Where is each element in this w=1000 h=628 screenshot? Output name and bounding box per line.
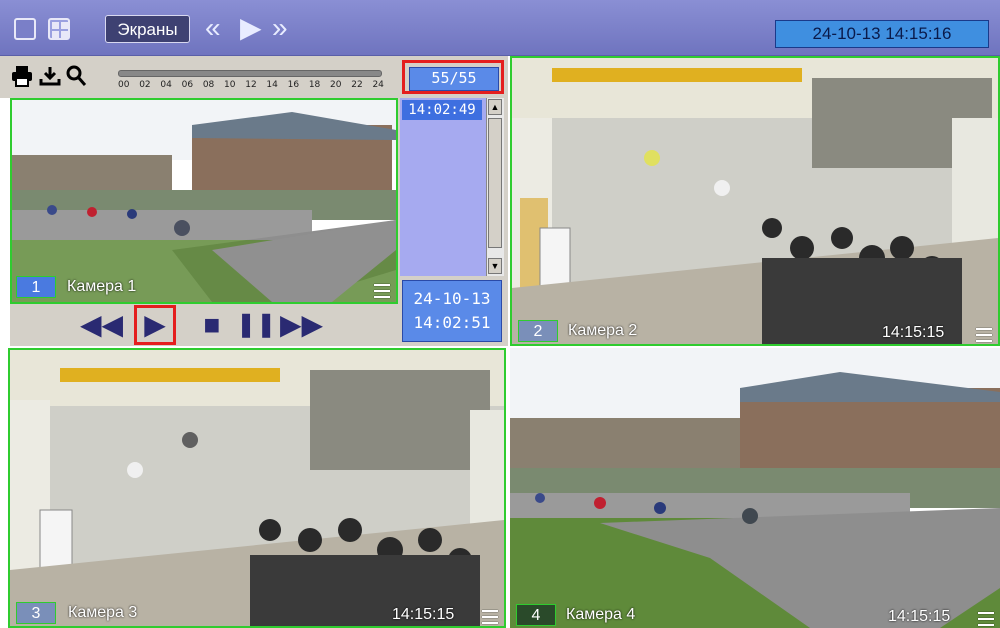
camera-4-name: Камера 4 [566,606,636,623]
camera-3-image [10,350,504,626]
stop-button[interactable]: ■ [194,304,230,346]
camera-2-name: Камера 2 [568,322,638,339]
camera-2-time: 14:15:15 [882,324,945,341]
rewind-fast-icon[interactable]: « [205,13,221,43]
timeline-slider[interactable]: 00 02 04 06 08 10 12 14 16 18 20 22 24 [118,64,384,98]
tick-label: 14 [266,80,278,90]
pause-button[interactable]: ❚❚ [236,304,276,346]
camera-3-view[interactable]: 3 Камера 3 14:15:15 [8,348,506,628]
tick-label: 18 [308,80,321,90]
camera-1-view[interactable]: 1 Камера 1 [10,98,398,304]
forward-button[interactable]: ▶▶ [280,304,323,346]
archive-list[interactable]: 14:02:49 ▲ ▼ [400,98,504,276]
camera-2-view[interactable]: 2 Камера 2 14:15:15 [510,56,1000,346]
camera-3-menu-icon[interactable] [482,610,498,624]
archive-time: 14:02:51 [413,313,491,332]
frame-counter-value: 55/55 [409,67,499,91]
single-view-button[interactable] [14,18,36,40]
archive-list-item[interactable]: 14:02:49 [402,100,482,120]
camera-3-number: 3 [16,602,56,624]
camera-4-image [510,348,1000,628]
camera-4-time: 14:15:15 [888,608,951,625]
rewind-button[interactable]: ◀◀ [80,304,123,346]
tick-label: 24 [372,80,384,90]
play-icon[interactable]: ▶ [240,13,262,43]
search-icon[interactable] [64,64,88,88]
current-datetime: 24-10-13 14:15:16 [775,20,989,48]
tick-label: 00 [118,80,130,90]
camera-4-view[interactable]: 4 Камера 4 14:15:15 [510,348,1000,628]
tick-label: 04 [160,80,172,90]
tick-label: 16 [287,80,300,90]
camera-2-menu-icon[interactable] [976,328,992,342]
archive-toolbar: 00 02 04 06 08 10 12 14 16 18 20 22 24 [0,56,398,98]
frame-counter: 55/55 [402,60,504,94]
tick-label: 12 [245,80,257,90]
tick-label: 06 [181,80,194,90]
top-bar: Экраны « ▶ » 24-10-13 14:15:16 [0,0,1000,56]
camera-1-number: 1 [16,276,56,298]
scroll-down-icon[interactable]: ▼ [488,258,502,274]
tick-label: 02 [139,80,151,90]
camera-2-number: 2 [518,320,558,342]
archive-datetime: 24-10-13 14:02:51 [402,280,502,342]
tick-label: 22 [351,80,363,90]
playback-controls: ◀◀ ▶ ■ ❚❚ ▶▶ [10,304,398,346]
camera-1-name: Камера 1 [67,278,137,295]
forward-fast-icon[interactable]: » [272,13,288,43]
print-icon[interactable] [10,64,34,88]
tick-label: 10 [224,80,236,90]
tick-label: 08 [202,80,215,90]
scroll-thumb[interactable] [488,118,502,248]
play-button[interactable]: ▶ [134,305,176,345]
archive-panel: 55/55 14:02:49 ▲ ▼ 24-10-13 14:02:51 [398,56,508,346]
scroll-up-icon[interactable]: ▲ [488,99,502,115]
camera-3-name: Камера 3 [68,604,138,621]
timeline-track[interactable] [118,70,382,77]
timeline-ticks: 00 02 04 06 08 10 12 14 16 18 20 22 24 [118,80,384,90]
camera-1-menu-icon[interactable] [374,284,390,298]
camera-4-number: 4 [516,604,556,626]
tick-label: 20 [330,80,342,90]
camera-4-menu-icon[interactable] [978,612,994,626]
grid-view-button[interactable] [48,18,70,40]
camera-1-image [12,100,396,302]
camera-3-time: 14:15:15 [392,606,455,623]
archive-scrollbar[interactable]: ▲ ▼ [486,98,504,276]
download-icon[interactable] [38,64,62,88]
camera-2-image [512,58,998,344]
archive-date: 24-10-13 [413,289,491,308]
screens-button[interactable]: Экраны [105,15,190,43]
